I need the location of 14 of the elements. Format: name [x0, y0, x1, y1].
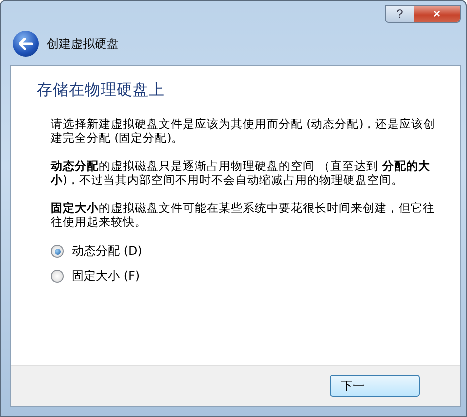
radio-label[interactable]: 固定大小 (F) — [72, 268, 140, 285]
page-heading: 存储在物理硬盘上 — [37, 80, 166, 101]
description-text: 固定大小的虚拟磁盘文件可能在某些系统中要花很长时间来创建，但它往往使用起来较快。 — [51, 201, 436, 229]
radio-button[interactable] — [51, 245, 64, 258]
close-button[interactable]: × — [414, 6, 460, 22]
description-text: 请选择新建虚拟硬盘文件是应该为其使用而分配 (动态分配)，还是应该创建完全分配 (固定分配)。 — [51, 117, 437, 145]
description-text: 动态分配的虚拟磁盘只是逐渐占用物理硬盘的空间 （直至达到 分配的大小)，不过当其内部空间不用时不会自动缩减占用的物理硬盘空间。 — [51, 159, 432, 187]
back-button[interactable] — [13, 31, 39, 57]
back-arrow-icon — [19, 38, 33, 50]
wizard-title: 创建虚拟硬盘 — [47, 36, 119, 52]
help-button[interactable]: ? — [386, 6, 414, 22]
next-button[interactable]: 下一 — [330, 375, 420, 397]
radio-button[interactable] — [51, 270, 64, 283]
radio-label[interactable]: 动态分配 (D) — [72, 243, 142, 260]
